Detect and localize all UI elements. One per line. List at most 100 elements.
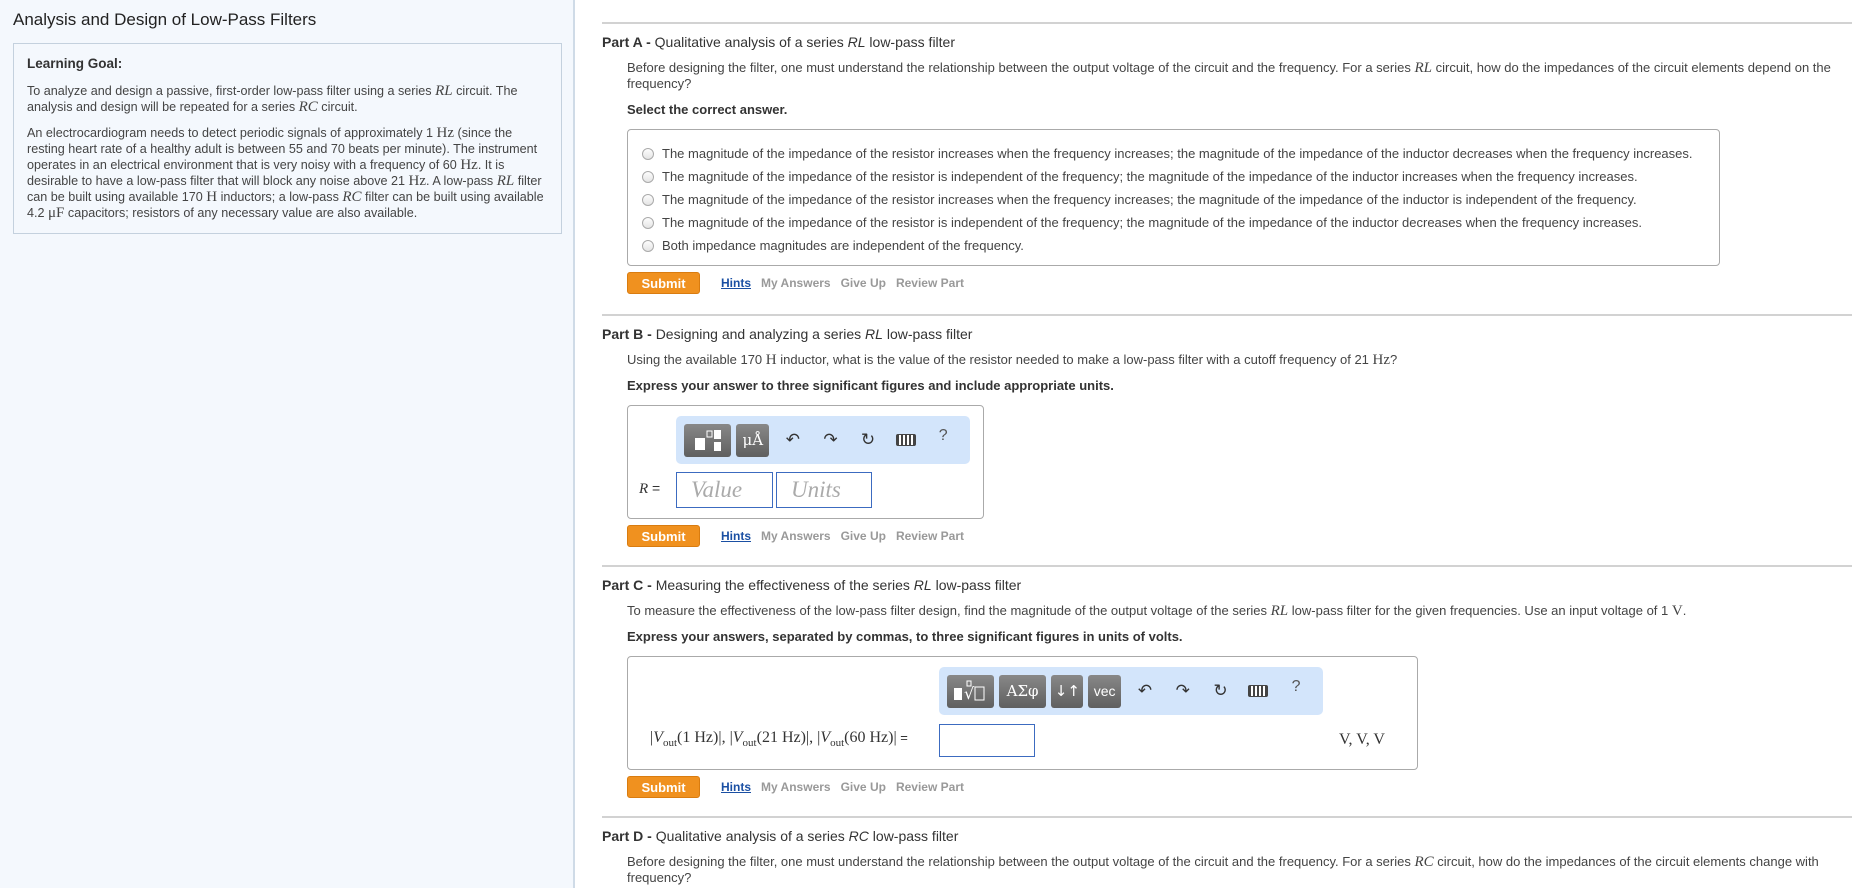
help-icon[interactable]: ? xyxy=(1277,671,1315,704)
text: V xyxy=(732,729,743,746)
text: R xyxy=(639,481,649,497)
submit-button[interactable]: Submit xyxy=(627,272,700,294)
hints-link[interactable]: Hints xyxy=(721,276,751,290)
redo-icon[interactable]: ↷ xyxy=(1164,675,1202,708)
give-up-link[interactable]: Give Up xyxy=(841,276,886,290)
text: RL xyxy=(913,577,932,593)
part-c-instruction: Express your answers, separated by comma… xyxy=(627,629,1183,644)
choice-label: Both impedance magnitudes are independen… xyxy=(662,238,1024,253)
text: out xyxy=(830,737,845,750)
my-answers-link[interactable]: My Answers xyxy=(761,780,831,794)
my-answers-link[interactable]: My Answers xyxy=(761,529,831,543)
math-toolbar: √ ΑΣφ ↓↑ vec ↶ ↷ ↻ ? xyxy=(939,667,1323,715)
text: = xyxy=(648,480,661,496)
hints-link[interactable]: Hints xyxy=(721,780,751,794)
math-rc: RC xyxy=(342,189,362,205)
text: (1 Hz)|, | xyxy=(677,729,733,746)
arrows-button[interactable]: ↓↑ xyxy=(1051,674,1084,708)
keyboard-button[interactable] xyxy=(1239,675,1277,708)
divider xyxy=(602,22,1852,24)
unit-h: H xyxy=(206,189,218,205)
text: Using the available 170 xyxy=(627,352,766,367)
voltages-input[interactable] xyxy=(939,724,1035,757)
keyboard-button[interactable] xyxy=(887,424,925,457)
greek-button[interactable]: ΑΣφ xyxy=(998,674,1047,708)
part-b-question: Using the available 170 H inductor, what… xyxy=(627,352,1852,368)
text: low-pass filter for the given frequencie… xyxy=(1288,603,1672,618)
value-input[interactable]: Value xyxy=(676,472,773,508)
math-rc: RC xyxy=(1414,854,1434,870)
radio-button[interactable] xyxy=(642,147,654,160)
text: . A low-pass xyxy=(426,174,497,188)
divider xyxy=(602,565,1852,567)
redo-icon[interactable]: ↷ xyxy=(812,424,850,457)
help-icon[interactable]: ? xyxy=(924,420,962,453)
part-a-question: Before designing the filter, one must un… xyxy=(627,60,1852,92)
undo-icon[interactable]: ↶ xyxy=(1126,675,1164,708)
text: (21 Hz)|, | xyxy=(756,729,821,746)
divider xyxy=(602,314,1852,316)
units-suffix: V, V, V xyxy=(1339,731,1385,748)
give-up-link[interactable]: Give Up xyxy=(841,529,886,543)
review-part-link[interactable]: Review Part xyxy=(896,276,964,290)
choice-option[interactable]: The magnitude of the impedance of the re… xyxy=(642,142,1707,165)
part-c-question: To measure the effectiveness of the low-… xyxy=(627,603,1852,619)
units-button[interactable]: μÅ xyxy=(736,423,770,457)
radio-button[interactable] xyxy=(642,193,654,206)
math-rl: RL xyxy=(496,173,515,189)
hints-link[interactable]: Hints xyxy=(721,529,751,543)
text: . xyxy=(1682,603,1687,618)
give-up-link[interactable]: Give Up xyxy=(841,780,886,794)
undo-icon[interactable]: ↶ xyxy=(774,424,812,457)
part-label: Part C - xyxy=(602,577,656,593)
problem-statement: An electrocardiogram needs to detect per… xyxy=(27,125,547,221)
part-b-actions: Submit Hints My Answers Give Up Review P… xyxy=(627,525,1852,547)
review-part-link[interactable]: Review Part xyxy=(896,529,964,543)
radio-button[interactable] xyxy=(642,239,654,252)
text: low-pass filter xyxy=(882,326,973,342)
part-label: Part B - xyxy=(602,326,656,342)
submit-button[interactable]: Submit xyxy=(627,525,700,547)
choice-option[interactable]: The magnitude of the impedance of the re… xyxy=(642,188,1707,211)
reset-icon[interactable]: ↻ xyxy=(1202,675,1240,708)
svg-text:√: √ xyxy=(964,684,975,703)
choice-label: The magnitude of the impedance of the re… xyxy=(662,192,1637,207)
radio-button[interactable] xyxy=(642,216,654,229)
text: V xyxy=(653,729,663,746)
unit-hz: Hz xyxy=(408,173,427,189)
review-part-link[interactable]: Review Part xyxy=(896,780,964,794)
vector-button[interactable]: vec xyxy=(1088,674,1122,708)
math-toolbar: μÅ ↶ ↷ ↻ ? xyxy=(676,416,970,464)
submit-button[interactable]: Submit xyxy=(627,776,700,798)
part-a-instruction: Select the correct answer. xyxy=(627,102,788,117)
text: V xyxy=(820,729,831,746)
learning-goal-intro: To analyze and design a passive, first-o… xyxy=(27,83,547,115)
divider xyxy=(602,816,1852,818)
my-answers-link[interactable]: My Answers xyxy=(761,276,831,290)
choice-label: The magnitude of the impedance of the re… xyxy=(662,146,1693,161)
part-c-actions: Submit Hints My Answers Give Up Review P… xyxy=(627,776,1852,798)
choice-option[interactable]: The magnitude of the impedance of the re… xyxy=(642,165,1707,188)
math-rl: RL xyxy=(1270,603,1289,619)
text: To analyze and design a passive, first-o… xyxy=(27,84,436,98)
reset-icon[interactable]: ↻ xyxy=(849,424,887,457)
expression-label: |Vout(1 Hz)|, |Vout(21 Hz)|, |Vout(60 Hz… xyxy=(650,729,908,749)
text: circuit. xyxy=(317,100,358,114)
templates-button[interactable] xyxy=(684,423,732,457)
text: low-pass filter xyxy=(931,577,1022,593)
var-label: R = xyxy=(639,480,660,498)
math-rl: RL xyxy=(1414,60,1432,76)
choice-option[interactable]: Both impedance magnitudes are independen… xyxy=(642,234,1707,257)
choice-option[interactable]: The magnitude of the impedance of the re… xyxy=(642,211,1707,234)
keyboard-icon xyxy=(895,434,916,446)
unit-h: H xyxy=(765,352,777,368)
unit-hz: Hz xyxy=(1372,352,1391,368)
text: low-pass filter xyxy=(865,34,955,50)
part-label: Part D - xyxy=(602,828,656,844)
text: out xyxy=(742,737,757,750)
templates-button[interactable]: √ xyxy=(947,674,994,708)
part-d: Part D - Qualitative analysis of a serie… xyxy=(602,816,1852,888)
radio-button[interactable] xyxy=(642,170,654,183)
main-content: Part A - Qualitative analysis of a serie… xyxy=(577,0,1852,888)
units-input[interactable]: Units xyxy=(776,472,872,508)
